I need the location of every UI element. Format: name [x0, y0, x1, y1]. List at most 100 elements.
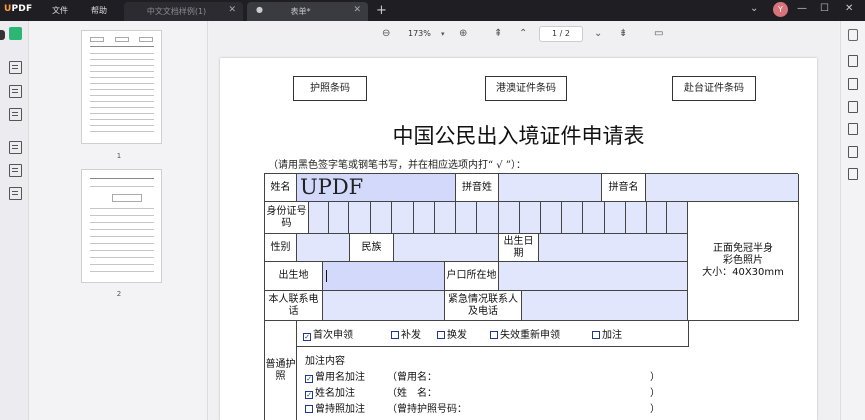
checkbox-icon[interactable] [490, 331, 498, 339]
edit-mode-icon[interactable] [9, 85, 22, 98]
page-thumbnail-1[interactable] [81, 30, 162, 144]
thumbnail-panel: 1 2 [30, 21, 208, 420]
household-field[interactable] [499, 262, 688, 291]
photo-text-line2: 彩色照片 [723, 255, 763, 266]
id-digit-field[interactable] [626, 202, 647, 234]
id-digit-field[interactable] [562, 202, 583, 234]
pdf-page: 护照条码 港澳证件条码 赴台证件条码 中国公民出入境证件申请表 （请用黑色签字笔… [220, 58, 817, 420]
last-page-icon[interactable]: ⇟ [619, 28, 627, 39]
id-digit-field[interactable] [456, 202, 477, 234]
layers-icon[interactable] [9, 187, 22, 200]
new-tab-button[interactable]: + [376, 3, 387, 18]
checkbox-checked-icon[interactable]: ✓ [305, 375, 313, 383]
id-digit-field[interactable] [499, 202, 520, 234]
birthplace-field[interactable] [323, 262, 445, 291]
avatar[interactable]: Y [773, 2, 788, 17]
close-icon[interactable]: ✕ [228, 5, 236, 15]
name-field[interactable]: UPDF [297, 174, 456, 202]
minimize-icon[interactable]: — [797, 3, 807, 14]
endorse-row-former-name[interactable]: ✓ 曾用名加注 [305, 372, 365, 384]
checkbox-icon[interactable] [592, 331, 600, 339]
ocr-icon[interactable] [848, 55, 858, 67]
app-logo: UPDF [4, 4, 33, 14]
next-page-icon[interactable]: ⌄ [594, 28, 602, 39]
email-icon[interactable] [848, 146, 858, 158]
protect-icon[interactable] [848, 101, 858, 113]
chevron-down-icon[interactable]: ⌄ [750, 3, 758, 14]
form-instruction: （请用黑色签字笔或钢笔书写，并在相应选项内打“ √ ”）： [268, 160, 526, 171]
organize-pages-icon[interactable] [9, 141, 22, 154]
menu-file[interactable]: 文件 [52, 5, 68, 16]
id-digit-field[interactable] [647, 202, 667, 234]
checkbox-checked-icon[interactable]: ✓ [303, 333, 311, 341]
previous-page-icon[interactable]: ⌃ [519, 28, 527, 39]
share-icon[interactable] [848, 123, 858, 135]
tab-document-sample[interactable]: 中文文档样例(1) ✕ [124, 2, 243, 21]
option-first-apply[interactable]: ✓ 首次申领 [303, 330, 353, 342]
ethnicity-field[interactable] [394, 234, 499, 262]
id-digit-field[interactable] [435, 202, 456, 234]
checkbox-checked-icon[interactable]: ✓ [305, 391, 313, 399]
thumbnail-page-number: 1 [116, 152, 122, 160]
zoom-out-icon[interactable]: ⊖ [382, 28, 390, 39]
convert-icon[interactable] [848, 78, 858, 90]
document-area: ⊖ 173% ▾ ⊕ ⇞ ⌃ 1 / 2 ⌄ ⇟ ▭ 护照条码 港澳证件条码 赴… [209, 21, 839, 420]
id-digit-field[interactable] [583, 202, 605, 234]
emergency-field[interactable] [522, 291, 688, 321]
endorse-row-name[interactable]: ✓ 姓名加注 [305, 388, 355, 400]
reader-mode-icon[interactable] [9, 27, 22, 40]
gender-field[interactable] [297, 234, 350, 262]
birth-date-field[interactable] [539, 234, 688, 262]
search-icon[interactable] [848, 29, 858, 41]
comment-icon[interactable]: ▭ [654, 28, 663, 39]
checkbox-icon[interactable] [391, 331, 399, 339]
close-window-icon[interactable]: ✕ [845, 3, 853, 14]
endorse-detail: （姓 名： [387, 388, 437, 399]
id-digit-field[interactable] [371, 202, 392, 234]
close-icon[interactable]: ✕ [353, 5, 361, 15]
endorse-section: 加注内容 ✓ 曾用名加注 （曾用名： ） ✓ 姓名加注 （姓 名： ） 曾持照加注 … [297, 347, 799, 420]
id-digit-field[interactable] [329, 202, 349, 234]
chevron-down-icon[interactable]: ▾ [441, 30, 445, 38]
id-digit-field[interactable] [605, 202, 626, 234]
collapse-handle-icon[interactable] [0, 30, 5, 40]
page-thumbnail-2[interactable] [81, 169, 162, 283]
id-digit-field[interactable] [667, 202, 688, 234]
left-tool-rail [0, 21, 29, 420]
endorse-row-former-passport[interactable]: 曾持照加注 [305, 404, 365, 416]
page-number-input[interactable]: 1 / 2 [539, 26, 583, 42]
tab-label: 表单* [290, 7, 311, 16]
pinyin-given-field[interactable] [646, 174, 799, 202]
id-digit-field[interactable] [349, 202, 371, 234]
option-endorse[interactable]: 加注 [592, 330, 622, 342]
label-pinyin-surname: 拼音姓 [456, 174, 499, 202]
endorse-detail: （曾持护照号码： [387, 404, 467, 415]
pinyin-surname-field[interactable] [499, 174, 602, 202]
endorse-close: ） [650, 388, 660, 399]
id-digit-field[interactable] [477, 202, 499, 234]
form-mode-icon[interactable] [9, 108, 22, 121]
label-id-number: 身份证号码 [265, 202, 309, 234]
crop-pages-icon[interactable] [9, 164, 22, 177]
checkbox-icon[interactable] [437, 331, 445, 339]
id-digit-field[interactable] [392, 202, 414, 234]
save-icon[interactable] [848, 168, 858, 180]
thumbnail-page-number: 2 [116, 290, 122, 298]
option-reissue[interactable]: 补发 [391, 330, 421, 342]
contact-field[interactable] [323, 291, 445, 321]
id-digit-field[interactable] [541, 202, 562, 234]
menu-help[interactable]: 帮助 [91, 5, 107, 16]
zoom-in-icon[interactable]: ⊕ [459, 28, 467, 39]
first-page-icon[interactable]: ⇞ [494, 28, 502, 39]
id-digit-field[interactable] [414, 202, 435, 234]
option-renew[interactable]: 换发 [437, 330, 467, 342]
id-digit-field[interactable] [309, 202, 329, 234]
option-reapply[interactable]: 失效重新申领 [490, 330, 560, 342]
maximize-icon[interactable]: ☐ [820, 3, 829, 14]
right-tool-rail [840, 21, 865, 420]
tab-form[interactable]: ● 表单* ✕ [247, 2, 368, 21]
zoom-level[interactable]: 173% [408, 29, 431, 38]
id-digit-field[interactable] [520, 202, 541, 234]
comment-mode-icon[interactable] [9, 61, 22, 74]
checkbox-icon[interactable] [305, 405, 313, 413]
